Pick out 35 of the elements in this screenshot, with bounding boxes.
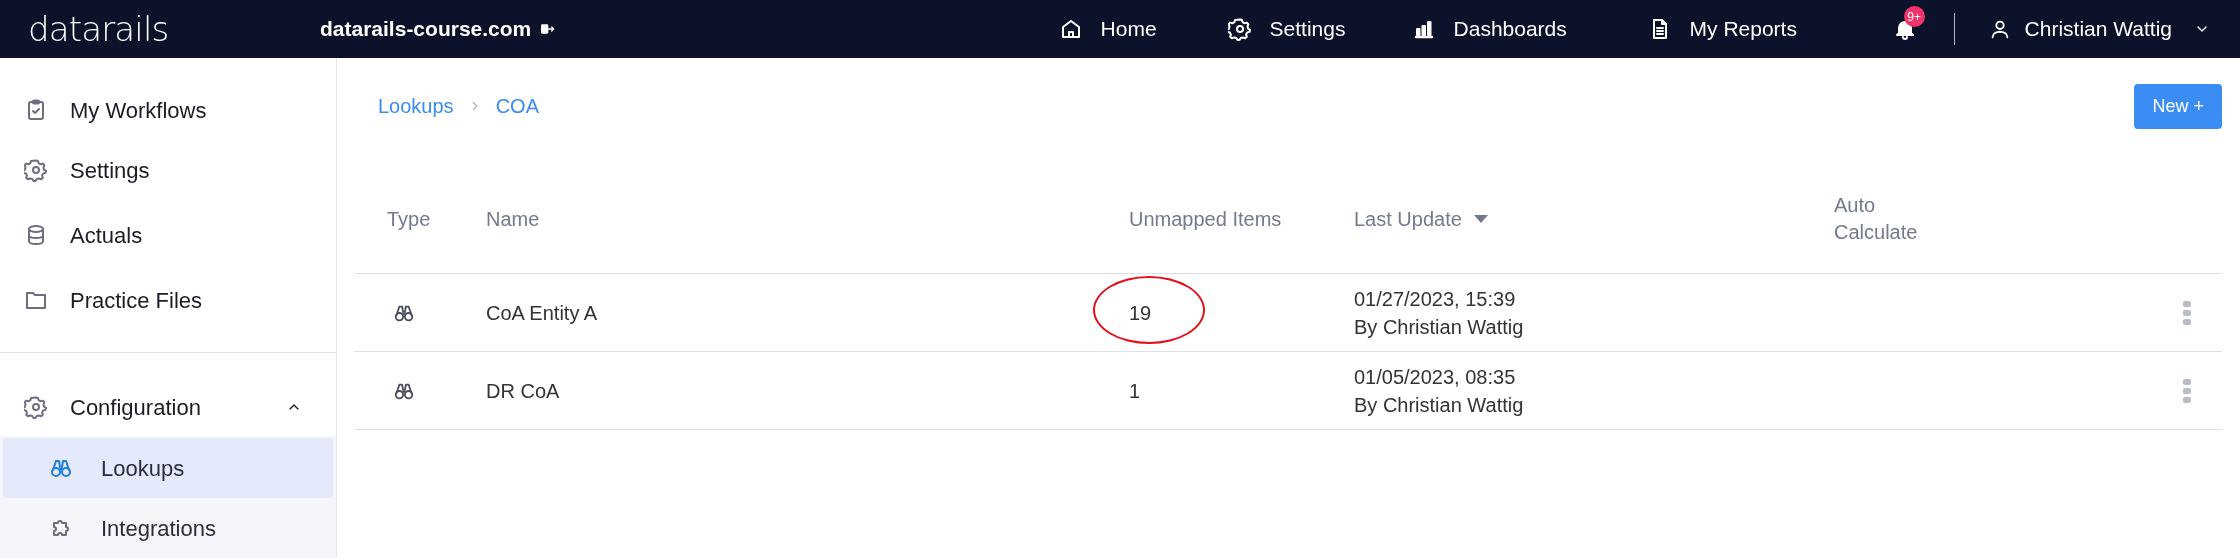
sidebar-section[interactable]: Configuration <box>0 378 336 436</box>
table-cell: 19 <box>1129 301 1152 324</box>
settings-icon <box>24 158 48 182</box>
table-cell: 1 <box>1129 379 1141 402</box>
sidebar-subitem[interactable]: Lookups <box>3 438 333 498</box>
sidebar-item[interactable]: My Workflows <box>0 80 336 140</box>
sidebar-item[interactable]: Settings <box>0 140 336 200</box>
sidebar-item[interactable]: Actuals <box>0 200 336 270</box>
sidebar-item[interactable]: Practice Files <box>0 270 336 330</box>
notification-badge: 9+ <box>1903 6 1925 27</box>
sign-out-icon <box>539 21 556 37</box>
sidebar-subitem[interactable]: Integrations <box>3 498 333 558</box>
column-header[interactable]: Auto Calculate <box>1834 191 1944 246</box>
nav-link[interactable]: My Reports <box>1647 13 1884 45</box>
logo[interactable]: datarails <box>28 12 169 46</box>
more-options-icon[interactable] <box>2182 299 2192 326</box>
column-header[interactable]: Type <box>387 203 431 234</box>
nav-link[interactable]: Dashboards <box>1411 13 1648 45</box>
table-cell-text: 01/27/2023, 15:39 <box>1354 286 1517 312</box>
column-header[interactable]: Unmapped Items <box>1129 203 1282 234</box>
site-name: datarails-course.com <box>320 16 532 43</box>
settings-icon <box>24 395 48 419</box>
table-cell-text: By Christian Wattig <box>1354 392 1525 418</box>
table-cell: CoA Entity A <box>486 301 598 324</box>
settings-icon <box>1227 17 1252 41</box>
column-header[interactable]: Last Update <box>1354 203 1488 234</box>
table-cell: DR CoA <box>486 379 560 402</box>
more-options-icon[interactable] <box>2182 377 2192 404</box>
table-cell-text: By Christian Wattig <box>1354 314 1525 340</box>
sort-down-icon <box>1473 214 1488 223</box>
nav-link[interactable]: Home <box>1058 13 1228 45</box>
column-header[interactable]: Name <box>486 203 540 234</box>
table-cell-text: 01/05/2023, 08:35 <box>1354 364 1517 390</box>
user-menu[interactable]: Christian Wattig <box>1988 13 2240 45</box>
nav-link[interactable]: Settings <box>1227 13 1412 45</box>
